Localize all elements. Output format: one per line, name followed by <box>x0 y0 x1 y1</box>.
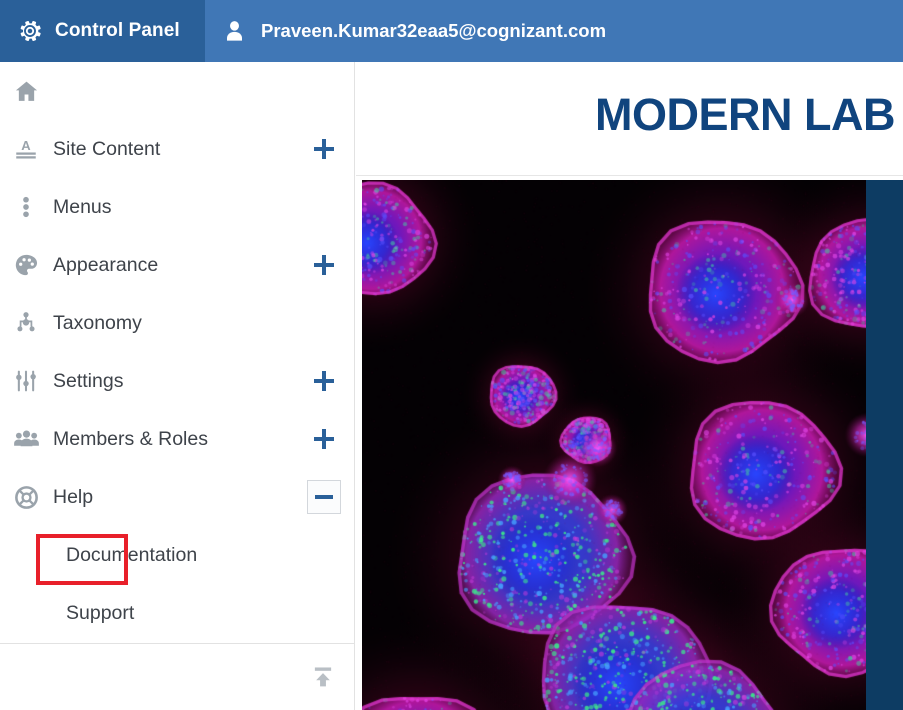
sidebar-item-menus[interactable]: Menus <box>0 178 354 236</box>
user-email-label: Praveen.Kumar32eaa5@cognizant.com <box>261 20 607 41</box>
hero-image-fluorescence-microscopy-cells <box>362 180 866 710</box>
sidebar-item-members-roles-label: Members & Roles <box>53 427 208 450</box>
minus-icon <box>314 487 334 507</box>
expand-settings-button[interactable] <box>307 364 341 398</box>
sidebar-item-appearance[interactable]: Appearance <box>0 236 354 294</box>
sidebar-item-home[interactable] <box>0 62 354 120</box>
people-group-icon <box>11 424 41 454</box>
sidebar-subitem-documentation[interactable]: Documentation <box>0 526 354 584</box>
sidebar-item-settings[interactable]: Settings <box>0 352 354 410</box>
lifebuoy-icon <box>11 482 41 512</box>
home-icon <box>11 76 41 106</box>
gear-icon <box>17 18 43 44</box>
plus-icon <box>314 255 334 275</box>
plus-icon <box>314 371 334 391</box>
sidebar-subitem-support[interactable]: Support <box>0 584 354 642</box>
sliders-icon <box>11 366 41 396</box>
sidebar-item-help[interactable]: Help <box>0 468 354 526</box>
expand-members-roles-button[interactable] <box>307 422 341 456</box>
content-area: MODERN LAB <box>356 62 903 710</box>
plus-icon <box>314 139 334 159</box>
expand-appearance-button[interactable] <box>307 248 341 282</box>
menu-dots-icon <box>11 192 41 222</box>
control-panel-button[interactable]: Control Panel <box>0 0 205 62</box>
palette-icon <box>11 250 41 280</box>
control-panel-page: Control Panel Praveen.Kumar32eaa5@cogniz… <box>0 0 903 710</box>
hierarchy-icon <box>11 308 41 338</box>
sidebar-item-taxonomy-label: Taxonomy <box>53 311 142 334</box>
plus-icon <box>314 429 334 449</box>
sidebar-item-site-content[interactable]: A Site Content <box>0 120 354 178</box>
sidebar-item-members-roles[interactable]: Members & Roles <box>0 410 354 468</box>
collapse-up-icon[interactable] <box>306 660 340 694</box>
sidebar-item-help-label: Help <box>53 485 94 508</box>
sidebar-item-menus-label: Menus <box>53 195 112 218</box>
sidebar-item-appearance-label: Appearance <box>53 253 159 276</box>
sidebar-item-taxonomy[interactable]: Taxonomy <box>0 294 354 352</box>
site-title: MODERN LAB <box>595 89 895 140</box>
svg-text:A: A <box>21 138 31 153</box>
title-divider <box>356 175 903 176</box>
sidebar-subitem-support-label: Support <box>66 601 135 624</box>
sidebar-item-site-content-label: Site Content <box>53 137 161 160</box>
right-color-band <box>866 180 903 710</box>
expand-site-content-button[interactable] <box>307 132 341 166</box>
sidebar-item-settings-label: Settings <box>53 369 124 392</box>
sidebar-navigation: A Site Content Menus Appearance Taxonomy… <box>0 62 355 710</box>
text-document-icon: A <box>11 134 41 164</box>
sidebar-footer <box>0 643 354 710</box>
user-avatar-icon <box>222 19 247 44</box>
control-panel-label: Control Panel <box>55 20 180 41</box>
user-account-bar[interactable]: Praveen.Kumar32eaa5@cognizant.com <box>205 0 903 62</box>
collapse-help-button[interactable] <box>307 480 341 514</box>
sidebar-subitem-documentation-label: Documentation <box>66 543 198 566</box>
top-bar: Control Panel Praveen.Kumar32eaa5@cogniz… <box>0 0 903 62</box>
